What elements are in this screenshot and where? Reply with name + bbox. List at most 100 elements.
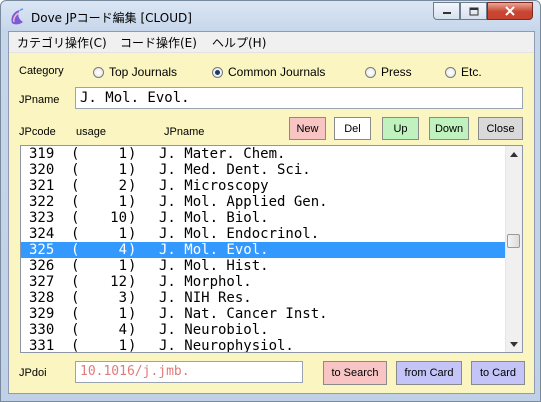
radio-common-journals[interactable]: Common Journals: [212, 65, 325, 79]
list-row[interactable]: 322 (1) J. Mol. Applied Gen.: [21, 194, 506, 210]
radio-dot: [212, 66, 223, 78]
menu-bar: カテゴリ操作(C) コード操作(E) ヘルプ(H): [9, 32, 534, 53]
row-usage: 1: [118, 258, 127, 274]
row-close-paren: ): [128, 338, 137, 353]
list-row[interactable]: 319 (1) J. Mater. Chem.: [21, 146, 506, 162]
maximize-button[interactable]: [460, 2, 487, 20]
row-open-paren: (: [71, 306, 80, 322]
down-button[interactable]: Down: [429, 117, 469, 140]
radio-etc[interactable]: Etc.: [445, 65, 482, 79]
row-close-paren: ): [128, 290, 137, 306]
row-code: 326: [29, 258, 55, 274]
list-row[interactable]: 320 (1) J. Med. Dent. Sci.: [21, 162, 506, 178]
row-code: 328: [29, 290, 55, 306]
radio-label: Top Journals: [109, 65, 178, 79]
list-row[interactable]: 331 (1) J. Neurophysiol.: [21, 338, 506, 353]
from-card-button[interactable]: from Card: [396, 361, 462, 385]
jpdoi-label: JPdoi: [19, 367, 47, 379]
radio-label: Common Journals: [228, 65, 326, 79]
row-usage: 4: [118, 322, 127, 338]
jpdoi-input[interactable]: 10.1016/j.jmb.: [75, 361, 303, 383]
row-name: J. Med. Dent. Sci.: [159, 162, 311, 178]
row-close-paren: ): [128, 226, 137, 242]
scroll-up-button[interactable]: [506, 146, 522, 162]
row-usage: 4: [118, 242, 127, 258]
row-usage: 12: [110, 274, 127, 290]
row-open-paren: (: [71, 226, 80, 242]
row-close-paren: ): [128, 210, 137, 226]
row-close-paren: ): [128, 258, 137, 274]
scroll-down-icon: [510, 341, 518, 347]
jpname-label: JPname: [19, 94, 60, 106]
close-window-button[interactable]: [487, 2, 533, 20]
menu-code[interactable]: コード操作(E): [120, 34, 197, 51]
radio-dot: [445, 66, 456, 78]
scroll-down-button[interactable]: [506, 336, 522, 352]
title-bar[interactable]: Dove JPコード編集 [CLOUD]: [1, 1, 540, 31]
journal-list[interactable]: 319 (1) J. Mater. Chem. 320 (1) J. Med. Dent.…: [20, 145, 523, 353]
minimize-button[interactable]: [433, 2, 460, 20]
list-rows: 319 (1) J. Mater. Chem. 320 (1) J. Med. Dent.…: [21, 146, 506, 353]
list-row[interactable]: 329 (1) J. Nat. Cancer Inst.: [21, 306, 506, 322]
row-name: J. Mol. Hist.: [159, 258, 269, 274]
row-open-paren: (: [71, 146, 80, 162]
menu-category[interactable]: カテゴリ操作(C): [17, 34, 107, 51]
row-usage: 1: [118, 146, 127, 162]
jpname-input[interactable]: J. Mol. Evol.: [75, 87, 523, 109]
row-name: J. Neurophysiol.: [159, 338, 294, 353]
row-name: J. Mater. Chem.: [159, 146, 286, 162]
row-code: 321: [29, 178, 55, 194]
row-usage: 1: [118, 338, 127, 353]
list-row[interactable]: 330 (4) J. Neurobiol.: [21, 322, 506, 338]
list-row[interactable]: 326 (1) J. Mol. Hist.: [21, 258, 506, 274]
up-button[interactable]: Up: [382, 117, 419, 140]
vertical-scrollbar[interactable]: [505, 146, 522, 352]
row-open-paren: (: [71, 162, 80, 178]
menu-help[interactable]: ヘルプ(H): [212, 34, 266, 51]
window-title: Dove JPコード編集 [CLOUD]: [31, 11, 192, 25]
radio-press[interactable]: Press: [365, 65, 412, 79]
row-close-paren: ): [128, 322, 137, 338]
list-row[interactable]: 328 (3) J. NIH Res.: [21, 290, 506, 306]
radio-dot: [365, 66, 376, 78]
to-search-button[interactable]: to Search: [323, 361, 387, 385]
row-code: 324: [29, 226, 55, 242]
category-label: Category: [19, 65, 64, 77]
new-button[interactable]: New: [289, 117, 326, 140]
list-row[interactable]: 325 (4) J. Mol. Evol.: [21, 242, 506, 258]
row-code: 322: [29, 194, 55, 210]
row-open-paren: (: [71, 242, 80, 258]
row-usage: 1: [118, 226, 127, 242]
row-close-paren: ): [128, 306, 137, 322]
list-row[interactable]: 321 (2) J. Microscopy: [21, 178, 506, 194]
close-icon: [505, 6, 515, 16]
to-card-button[interactable]: to Card: [471, 361, 525, 385]
header-usage: usage: [76, 126, 106, 138]
scroll-thumb[interactable]: [507, 234, 520, 248]
list-row[interactable]: 327 (12) J. Morphol.: [21, 274, 506, 290]
list-row[interactable]: 324 (1) J. Mol. Endocrinol.: [21, 226, 506, 242]
row-code: 319: [29, 146, 55, 162]
row-code: 331: [29, 338, 55, 353]
radio-label: Press: [381, 65, 412, 79]
row-code: 323: [29, 210, 55, 226]
row-name: J. Mol. Applied Gen.: [159, 194, 328, 210]
minimize-icon: [442, 12, 451, 14]
close-button[interactable]: Close: [478, 117, 523, 140]
header-jpcode: JPcode: [19, 126, 56, 138]
row-close-paren: ): [128, 178, 137, 194]
list-row[interactable]: 323 (10) J. Mol. Biol.: [21, 210, 506, 226]
row-name: J. Mol. Biol.: [159, 210, 269, 226]
row-usage: 10: [110, 210, 127, 226]
app-window: Dove JPコード編集 [CLOUD] カテゴリ操作(C) コード操作(E) …: [0, 0, 541, 402]
row-open-paren: (: [71, 322, 80, 338]
dove-app-icon: [11, 8, 24, 25]
row-open-paren: (: [71, 210, 80, 226]
row-close-paren: ): [128, 194, 137, 210]
row-open-paren: (: [71, 178, 80, 194]
row-usage: 2: [118, 178, 127, 194]
row-code: 325: [29, 242, 55, 258]
del-button[interactable]: Del: [334, 117, 371, 140]
radio-top-journals[interactable]: Top Journals: [93, 65, 177, 79]
maximize-icon: [469, 7, 478, 15]
